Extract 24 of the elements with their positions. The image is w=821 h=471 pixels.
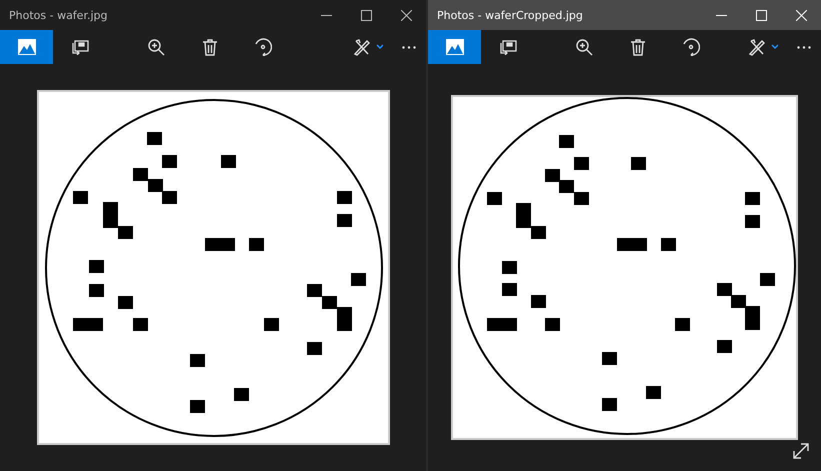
- zoom-in-icon: [576, 38, 593, 56]
- more-icon: [402, 46, 416, 48]
- picture-icon: [18, 39, 36, 55]
- picture-icon: [446, 39, 464, 55]
- fullscreen-button[interactable]: [791, 441, 811, 461]
- zoom-in-icon: [148, 38, 165, 56]
- window-title: Photos - wafer.jpg: [8, 8, 108, 22]
- close-icon: [400, 10, 412, 20]
- maximize-icon: [360, 10, 372, 20]
- trash-icon: [202, 38, 216, 56]
- photo-view-button[interactable]: [0, 30, 53, 64]
- window-title: Photos - waferCropped.jpg: [436, 8, 584, 22]
- slideshow-icon: [70, 40, 88, 54]
- trash-icon: [630, 38, 644, 56]
- more-icon: [797, 46, 811, 48]
- edit-icon: [353, 38, 383, 56]
- rotate-icon: [254, 38, 272, 56]
- photo-view-button[interactable]: [428, 30, 481, 64]
- edit-icon: [748, 38, 778, 56]
- rotate-icon: [682, 38, 700, 56]
- slideshow-icon: [498, 40, 516, 54]
- expand-icon: [792, 442, 810, 460]
- maximize-icon: [756, 10, 766, 20]
- close-icon: [796, 10, 806, 20]
